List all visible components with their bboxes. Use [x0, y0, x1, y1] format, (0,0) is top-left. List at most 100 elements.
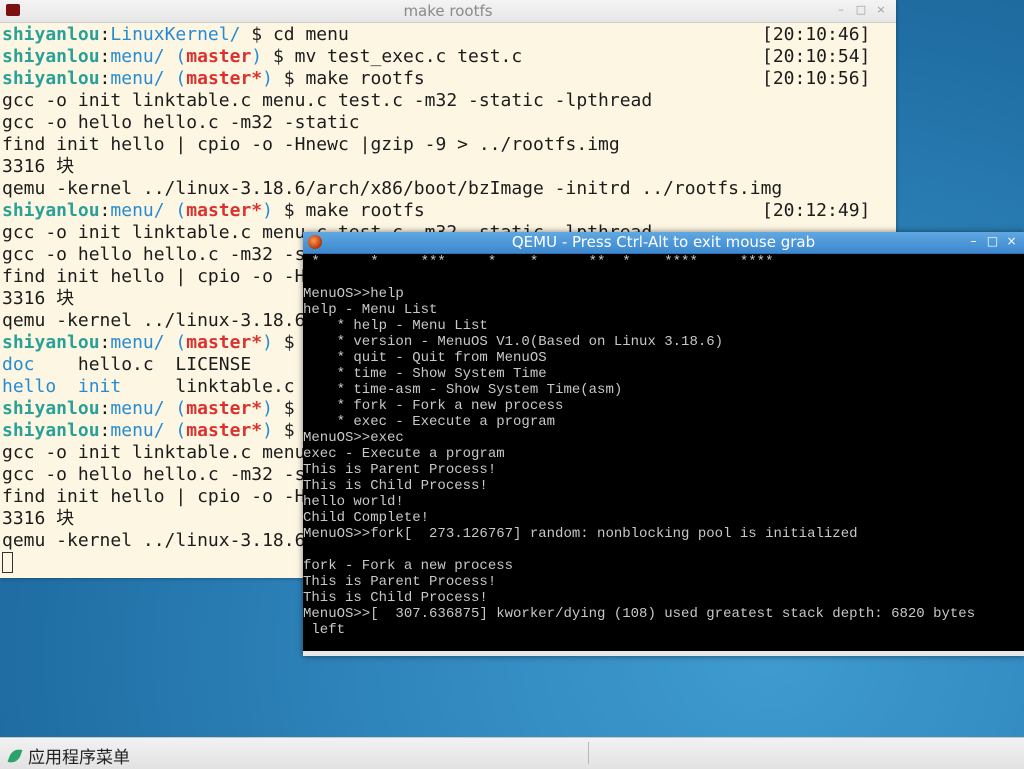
leaf-icon [7, 746, 23, 765]
terminal-timestamp: [20:10:54] [762, 46, 871, 67]
terminal-text: qemu -kernel ../linux-3.18.6/arch/x86/bo… [2, 178, 783, 199]
terminal-text: ( [164, 200, 187, 221]
terminal-line: shiyanlou:menu/ (master*) $ make rootfs [… [2, 68, 894, 90]
qemu-console-line: * help - Menu List [303, 318, 488, 334]
terminal-text: menu/ [110, 398, 165, 419]
qemu-console-line [303, 638, 1024, 650]
qemu-console-line: left [303, 622, 346, 638]
terminal-text: ( [164, 68, 187, 89]
terminal-text: master* [186, 200, 263, 221]
qemu-bottom-border [303, 651, 1024, 656]
terminal-text: shiyanlou [2, 46, 100, 67]
qemu-console-line: * time - Show System Time [303, 366, 547, 382]
qemu-console-line: exec - Execute a program [303, 446, 505, 462]
terminal-text: ( [164, 420, 187, 441]
qemu-window[interactable]: QEMU - Press Ctrl-Alt to exit mouse grab… [303, 232, 1024, 656]
terminal-title: make rootfs [403, 2, 493, 20]
qemu-minimize-icon[interactable]: – [967, 234, 980, 249]
terminal-text: ( [164, 398, 187, 419]
qemu-console-line: * exec - Execute a program [303, 414, 556, 430]
terminal-line: 3316 块 [2, 156, 894, 178]
terminal-text: menu/ [110, 332, 165, 353]
qemu-console-line: MenuOS>>exec [303, 430, 404, 446]
terminal-titlebar[interactable]: make rootfs – □ × [0, 0, 896, 23]
terminal-line: gcc -o init linktable.c menu.c test.c -m… [2, 90, 894, 112]
terminal-text: master* [186, 420, 263, 441]
terminal-text: hello.c LICENSE [34, 354, 252, 375]
terminal-text: shiyanlou [2, 420, 100, 441]
terminal-timestamp: [20:12:49] [762, 200, 871, 221]
qemu-console-line: MenuOS>>[ 307.636875] kworker/dying (108… [303, 606, 976, 622]
terminal-text: $ cd menu [240, 24, 349, 45]
terminal-text: ( [164, 332, 187, 353]
terminal-line: shiyanlou:LinuxKernel/ $ cd menu [20:10:4… [2, 24, 894, 46]
terminal-text: $ make rootfs [272, 200, 425, 221]
qemu-console-line [303, 542, 1024, 558]
close-icon[interactable]: × [874, 3, 888, 17]
qemu-close-icon[interactable]: × [1005, 234, 1018, 249]
terminal-text: ( [164, 46, 187, 67]
terminal-text: menu/ [110, 68, 165, 89]
qemu-console-line: * time-asm - Show System Time(asm) [303, 382, 623, 398]
minimize-icon[interactable]: – [834, 3, 848, 17]
qemu-console-line: MenuOS>>help [303, 286, 404, 302]
terminal-text: $ make rootfs [272, 68, 425, 89]
terminal-text: : [99, 200, 111, 221]
qemu-console-line: This is Parent Process! [303, 462, 497, 478]
terminal-text: hello [2, 376, 57, 397]
qemu-console-line: * * *** * * ** * **** **** [303, 254, 774, 270]
terminal-text: shiyanlou [2, 24, 100, 45]
terminal-text: gcc -o hello hello.c -m32 -static [2, 112, 360, 133]
terminal-cursor [2, 552, 13, 573]
terminal-text: linktable.c [121, 376, 295, 397]
qemu-console-line: MenuOS>>fork[ 273.126767] random: nonblo… [303, 526, 858, 542]
terminal-text: master* [186, 398, 263, 419]
terminal-text: ) [262, 398, 273, 419]
taskbar-panel: 应用程序菜单 [0, 737, 1024, 769]
qemu-maximize-icon[interactable]: □ [986, 234, 999, 249]
terminal-text: ) [262, 68, 273, 89]
terminal-line: find init hello | cpio -o -Hnewc |gzip -… [2, 134, 894, 156]
terminal-text: : [99, 398, 111, 419]
terminal-text: LinuxKernel/ [110, 24, 241, 45]
terminal-text: gcc -o init linktable.c menu.c test.c -m… [2, 90, 653, 111]
terminal-text: ) [262, 200, 273, 221]
qemu-title: QEMU - Press Ctrl-Alt to exit mouse grab [511, 233, 816, 251]
qemu-console-line: Child Complete! [303, 510, 430, 526]
qemu-console-line: hello world! [303, 494, 404, 510]
terminal-text: menu/ [110, 420, 165, 441]
terminal-text: $ [272, 398, 306, 419]
terminal-text: init [77, 376, 122, 397]
terminal-line: gcc -o hello hello.c -m32 -static [2, 112, 894, 134]
maximize-icon[interactable]: □ [854, 3, 868, 17]
terminal-text: shiyanlou [2, 200, 100, 221]
terminal-text: : [99, 332, 111, 353]
terminal-text: 3316 块 [2, 508, 75, 529]
applications-menu-label: 应用程序菜单 [28, 748, 130, 768]
qemu-console-line: * fork - Fork a new process [303, 398, 564, 414]
terminal-text: master* [186, 332, 263, 353]
terminal-text: ) [262, 420, 273, 441]
terminal-text: : [99, 420, 111, 441]
terminal-timestamp: [20:10:46] [762, 24, 871, 45]
terminal-text: master [186, 46, 252, 67]
qemu-console[interactable]: * * *** * * ** * **** **** MenuOS>>help he… [303, 254, 1024, 650]
terminal-text: ) [262, 332, 273, 353]
terminal-timestamp: [20:10:56] [762, 68, 871, 89]
applications-menu-button[interactable]: 应用程序菜单 [7, 743, 130, 768]
terminal-text: $ mv test_exec.c test.c [262, 46, 523, 67]
terminal-text: 3316 块 [2, 288, 75, 309]
qemu-console-line: * version - MenuOS V1.0(Based on Linux 3… [303, 334, 724, 350]
terminal-text: find init hello | cpio -o -Hnewc |gzip -… [2, 134, 620, 155]
terminal-text: menu/ [110, 46, 165, 67]
qemu-console-line [303, 270, 1024, 286]
qemu-console-line: This is Child Process! [303, 590, 488, 606]
terminal-line: shiyanlou:menu/ (master) $ mv test_exec.… [2, 46, 894, 68]
terminal-text: : [99, 24, 111, 45]
qemu-titlebar[interactable]: QEMU - Press Ctrl-Alt to exit mouse grab… [303, 232, 1024, 254]
terminal-text: ) [251, 46, 263, 67]
qemu-console-line: This is Parent Process! [303, 574, 497, 590]
qemu-console-line: fork - Fork a new process [303, 558, 514, 574]
terminal-text: shiyanlou [2, 332, 100, 353]
